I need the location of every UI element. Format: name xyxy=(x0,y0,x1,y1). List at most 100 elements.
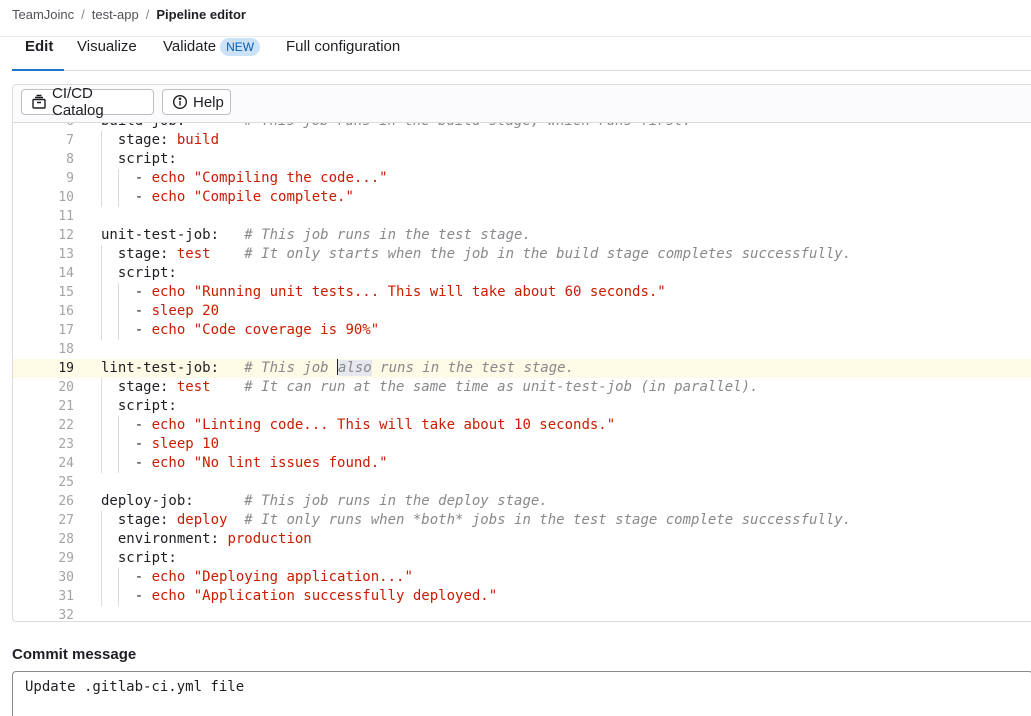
indent-guide xyxy=(117,454,119,473)
code-line[interactable]: 13 stage: test # It only starts when the… xyxy=(13,245,1031,264)
code-token: lint-test-job: xyxy=(101,360,245,376)
indent-guide xyxy=(101,530,102,549)
code-token: # This job runs in the test stage. xyxy=(244,227,531,243)
breadcrumb-project-link[interactable]: test-app xyxy=(92,7,139,22)
tab-visualize-label: Visualize xyxy=(77,38,137,55)
breadcrumb-group-link[interactable]: TeamJoinc xyxy=(12,7,74,22)
code-token: deploy xyxy=(176,512,228,528)
commit-message-input[interactable] xyxy=(12,671,1031,716)
tab-validate[interactable]: Validate NEW xyxy=(163,38,261,72)
code-line[interactable]: 10 - echo "Compile complete." xyxy=(13,188,1031,207)
code-text: script: xyxy=(101,264,177,283)
new-badge: NEW xyxy=(220,38,261,56)
code-line[interactable]: 28 environment: production xyxy=(13,530,1031,549)
line-number: 21 xyxy=(58,399,74,414)
code-text: build-job: # This job runs in the build … xyxy=(101,123,691,131)
code-line[interactable]: 32 xyxy=(13,606,1031,621)
code-text: - echo "Compiling the code..." xyxy=(101,169,388,188)
indent-guide xyxy=(101,397,102,416)
code-token: build-job: xyxy=(101,123,244,129)
tab-validate-label: Validate xyxy=(163,38,217,55)
code-token: echo "Compiling the code..." xyxy=(151,170,388,186)
code-line[interactable]: 24 - echo "No lint issues found." xyxy=(13,454,1031,473)
line-number: 16 xyxy=(58,304,74,319)
line-number: 8 xyxy=(66,152,74,167)
commit-message-label: Commit message xyxy=(12,646,137,663)
indent-guide xyxy=(101,587,102,606)
code-line[interactable]: 29 script: xyxy=(13,549,1031,568)
line-number: 14 xyxy=(58,266,74,281)
tab-full-configuration[interactable]: Full configuration xyxy=(286,38,400,72)
code-token: - xyxy=(101,588,152,604)
cicd-catalog-button[interactable]: CI/CD Catalog xyxy=(21,85,154,119)
code-line[interactable]: 16 - sleep 20 xyxy=(13,302,1031,321)
line-number: 26 xyxy=(58,494,74,509)
code-line[interactable]: 19 lint-test-job: # This job also runs in… xyxy=(13,359,1031,378)
code-token: runs in the test stage. xyxy=(371,360,575,376)
indent-guide xyxy=(101,131,102,150)
code-editor[interactable]: 6 build-job: # This job runs in the build… xyxy=(13,123,1031,621)
line-number: 23 xyxy=(58,437,74,452)
code-token: unit-test-job: xyxy=(101,227,245,243)
indent-guide xyxy=(101,245,102,264)
code-line[interactable]: 18 xyxy=(13,340,1031,359)
tab-full-configuration-label: Full configuration xyxy=(286,38,401,55)
line-number: 31 xyxy=(58,589,74,604)
indent-guide xyxy=(101,283,102,302)
code-line[interactable]: 30 - echo "Deploying application..." xyxy=(13,568,1031,587)
code-line[interactable]: 14 script: xyxy=(13,264,1031,283)
indent-guide xyxy=(117,283,119,302)
indent-guide xyxy=(101,169,102,188)
code-token: echo "No lint issues found." xyxy=(151,455,388,471)
code-line[interactable]: 26 deploy-job: # This job runs in the dep… xyxy=(13,492,1031,511)
active-tab-indicator xyxy=(12,69,64,71)
code-token: also xyxy=(338,360,372,376)
code-text: - echo "Deploying application..." xyxy=(101,568,413,587)
indent-guide xyxy=(101,321,102,340)
code-line[interactable]: 7 stage: build xyxy=(13,131,1031,150)
breadcrumb: TeamJoinc / test-app / Pipeline editor xyxy=(12,7,246,22)
code-line[interactable]: 11 xyxy=(13,207,1031,226)
code-token: - xyxy=(101,189,152,205)
pipeline-editor-panel: CI/CD Catalog Help 6 build-job: # This jo… xyxy=(12,84,1031,622)
code-line[interactable]: 12 unit-test-job: # This job runs in the … xyxy=(13,226,1031,245)
code-token: sleep 10 xyxy=(151,436,220,452)
code-token: # It can run at the same time as unit-te… xyxy=(244,379,759,395)
code-text: stage: test # It can run at the same tim… xyxy=(101,378,759,397)
code-line[interactable]: 15 - echo "Running unit tests... This wi… xyxy=(13,283,1031,302)
line-number: 25 xyxy=(58,475,74,490)
code-token: # This job xyxy=(244,360,338,376)
code-line[interactable]: 31 - echo "Application successfully depl… xyxy=(13,587,1031,606)
code-line[interactable]: 9 - echo "Compiling the code..." xyxy=(13,169,1031,188)
code-text: - echo "Compile complete." xyxy=(101,188,354,207)
line-number: 22 xyxy=(58,418,74,433)
line-number: 20 xyxy=(58,380,74,395)
indent-guide xyxy=(101,416,102,435)
code-line[interactable]: 27 stage: deploy # It only runs when *bo… xyxy=(13,511,1031,530)
tab-visualize[interactable]: Visualize xyxy=(77,38,137,72)
code-text: script: xyxy=(101,150,177,169)
code-line[interactable]: 20 stage: test # It can run at the same … xyxy=(13,378,1031,397)
breadcrumb-separator: / xyxy=(81,7,85,22)
help-button[interactable]: Help xyxy=(162,89,231,115)
line-number: 29 xyxy=(58,551,74,566)
line-number: 32 xyxy=(58,608,74,621)
code-line[interactable]: 25 xyxy=(13,473,1031,492)
code-token: script: xyxy=(101,151,177,167)
code-line[interactable]: 21 script: xyxy=(13,397,1031,416)
code-token: build xyxy=(176,132,220,148)
code-line[interactable]: 17 - echo "Code coverage is 90%" xyxy=(13,321,1031,340)
code-line[interactable]: 22 - echo "Linting code... This will tak… xyxy=(13,416,1031,435)
code-line[interactable]: 8 script: xyxy=(13,150,1031,169)
code-token: echo "Linting code... This will take abo… xyxy=(151,417,616,433)
code-line[interactable]: 6 build-job: # This job runs in the build… xyxy=(13,123,1031,131)
code-token: environment: xyxy=(101,531,228,547)
code-line[interactable]: 23 - sleep 10 xyxy=(13,435,1031,454)
code-token: # This job runs in the deploy stage. xyxy=(244,493,548,509)
cicd-catalog-label: CI/CD Catalog xyxy=(52,85,104,119)
code-token: - xyxy=(101,569,152,585)
tab-edit[interactable]: Edit xyxy=(25,38,53,72)
code-text: stage: build xyxy=(101,131,219,150)
line-number: 15 xyxy=(58,285,74,300)
